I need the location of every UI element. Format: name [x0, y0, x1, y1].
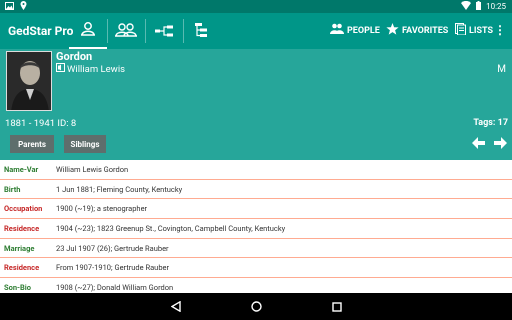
fact-value: 1 Jun 1881; Fleming County, Kentucky [56, 184, 183, 194]
family-icon [115, 22, 137, 41]
fact-value: 23 Jul 1907 (26); Gertrude Rauber [56, 243, 169, 253]
back-arrow-icon[interactable] [472, 137, 485, 153]
life-dates: 1881 - 1941 [5, 118, 56, 129]
overflow-menu-icon[interactable]: ⋮ [494, 23, 506, 37]
back-nav-icon[interactable] [170, 297, 181, 316]
gender-indicator: M [497, 64, 506, 75]
family-tab[interactable] [107, 13, 145, 49]
location-pin-icon [20, 1, 27, 12]
fact-label: Birth [4, 184, 21, 194]
fact-value: 1908 (~27); Donald William Gordon [56, 282, 174, 292]
person-fullname-row: William Lewis [56, 63, 125, 75]
fact-label: Name-Var [4, 164, 39, 174]
fact-label: Occupation [4, 204, 43, 214]
tags-value: 17 [497, 118, 508, 128]
descendants-icon [195, 22, 209, 41]
person-id: ID: 8 [57, 118, 77, 129]
person-surname: Gordon [56, 50, 93, 63]
people-label: PEOPLE [347, 25, 380, 36]
forward-arrow-icon[interactable] [494, 137, 507, 153]
fact-label: Marriage [4, 243, 35, 253]
lists-icon [455, 23, 466, 38]
list-item[interactable]: Residence 1904 (~23); 1823 Greenup St., C… [0, 219, 512, 239]
person-photo[interactable] [6, 51, 52, 111]
facts-list: Name-Var William Lewis Gordon Birth 1 Jun … [0, 160, 512, 293]
fact-value: From 1907-1910; Gertrude Rauber [56, 263, 170, 273]
battery-icon [476, 1, 482, 12]
voice-icon [56, 63, 65, 75]
tags-label: Tags: [473, 118, 496, 128]
fact-label: Residence [4, 223, 40, 233]
list-item[interactable]: Residence From 1907-1910; Gertrude Rauber [0, 258, 512, 279]
status-bar: 10:25 [0, 0, 512, 13]
list-item[interactable]: Marriage 23 Jul 1907 (26); Gertrude Raube… [0, 239, 512, 259]
app-bar: GedStar Pro PEOPLE FAVORITES LISTS ⋮ [0, 13, 512, 49]
fact-label: Son-Bio [4, 282, 32, 292]
wifi-icon [461, 0, 472, 12]
pedigree-icon [155, 22, 173, 41]
gallery-icon [5, 1, 14, 12]
people-icon [330, 23, 344, 38]
clock-time: 10:25 [486, 2, 506, 11]
list-item[interactable]: Name-Var William Lewis Gordon [0, 160, 512, 180]
person-given-names: William Lewis [67, 63, 126, 75]
lists-action[interactable]: LISTS [455, 23, 493, 38]
home-nav-icon[interactable] [250, 297, 262, 316]
descendants-tab[interactable] [183, 13, 221, 49]
favorites-action[interactable]: FAVORITES [386, 23, 448, 38]
list-item[interactable]: Birth 1 Jun 1881; Fleming County, Kentuck… [0, 180, 512, 200]
fact-value: 1904 (~23); 1823 Greenup St., Covington,… [56, 223, 286, 233]
app-title: GedStar Pro [8, 24, 74, 38]
person-icon [80, 21, 96, 40]
fact-value: William Lewis Gordon [56, 164, 129, 174]
list-item[interactable]: Son-Bio 1908 (~27); Donald William Gordon [0, 278, 512, 293]
star-icon [386, 23, 399, 38]
system-nav-bar [0, 293, 512, 320]
list-item[interactable]: Occupation 1900 (~19); a stenographer [0, 199, 512, 220]
person-dates-id: 1881 - 1941 ID: 8 [5, 118, 76, 129]
parents-button[interactable]: Parents [10, 135, 54, 153]
fact-value: 1900 (~19); a stenographer [56, 204, 148, 214]
person-header: Gordon William Lewis M 1881 - 1941 ID: 8… [0, 49, 512, 160]
lists-label: LISTS [469, 25, 494, 36]
tags-count[interactable]: Tags: 17 [473, 118, 508, 128]
recents-nav-icon[interactable] [331, 297, 342, 316]
fact-label: Residence [4, 263, 40, 273]
siblings-button[interactable]: Siblings [64, 135, 106, 153]
pedigree-tab[interactable] [145, 13, 183, 49]
person-tab[interactable] [69, 13, 107, 49]
favorites-label: FAVORITES [402, 25, 449, 36]
people-action[interactable]: PEOPLE [330, 23, 380, 38]
